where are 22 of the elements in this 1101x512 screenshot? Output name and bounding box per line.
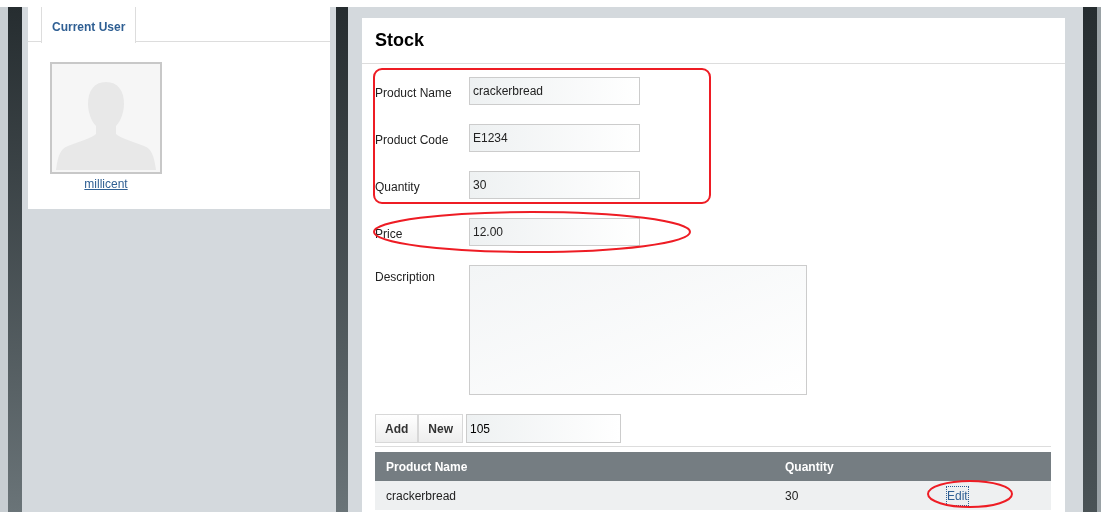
user-link[interactable]: millicent [84,175,128,193]
field-label: Product Code [375,132,450,149]
input-field[interactable]: 30 [469,171,640,199]
avatar-icon [50,62,162,174]
edit-link[interactable]: Edit [947,486,968,505]
field-label: Price [375,226,404,243]
description-field[interactable] [469,265,807,395]
field-label: Description [375,269,437,286]
toolbar-button[interactable]: New [418,414,463,443]
column-header: Quantity [784,458,835,476]
input-field[interactable]: crackerbread [469,77,640,105]
toolbar-button[interactable]: Add [375,414,419,443]
field-label: Quantity [375,179,421,196]
table-cell-text: 30 [784,487,800,505]
input-field[interactable]: 12.00 [469,218,640,246]
input-field[interactable]: 105 [466,414,621,443]
panel-title: Stock [375,29,425,52]
field-label: Product Name [375,85,453,102]
column-header: Product Name [385,458,469,476]
input-field[interactable]: E1234 [469,124,640,152]
table-cell-text: crackerbread [385,487,458,505]
tab[interactable]: Current User [41,7,137,43]
